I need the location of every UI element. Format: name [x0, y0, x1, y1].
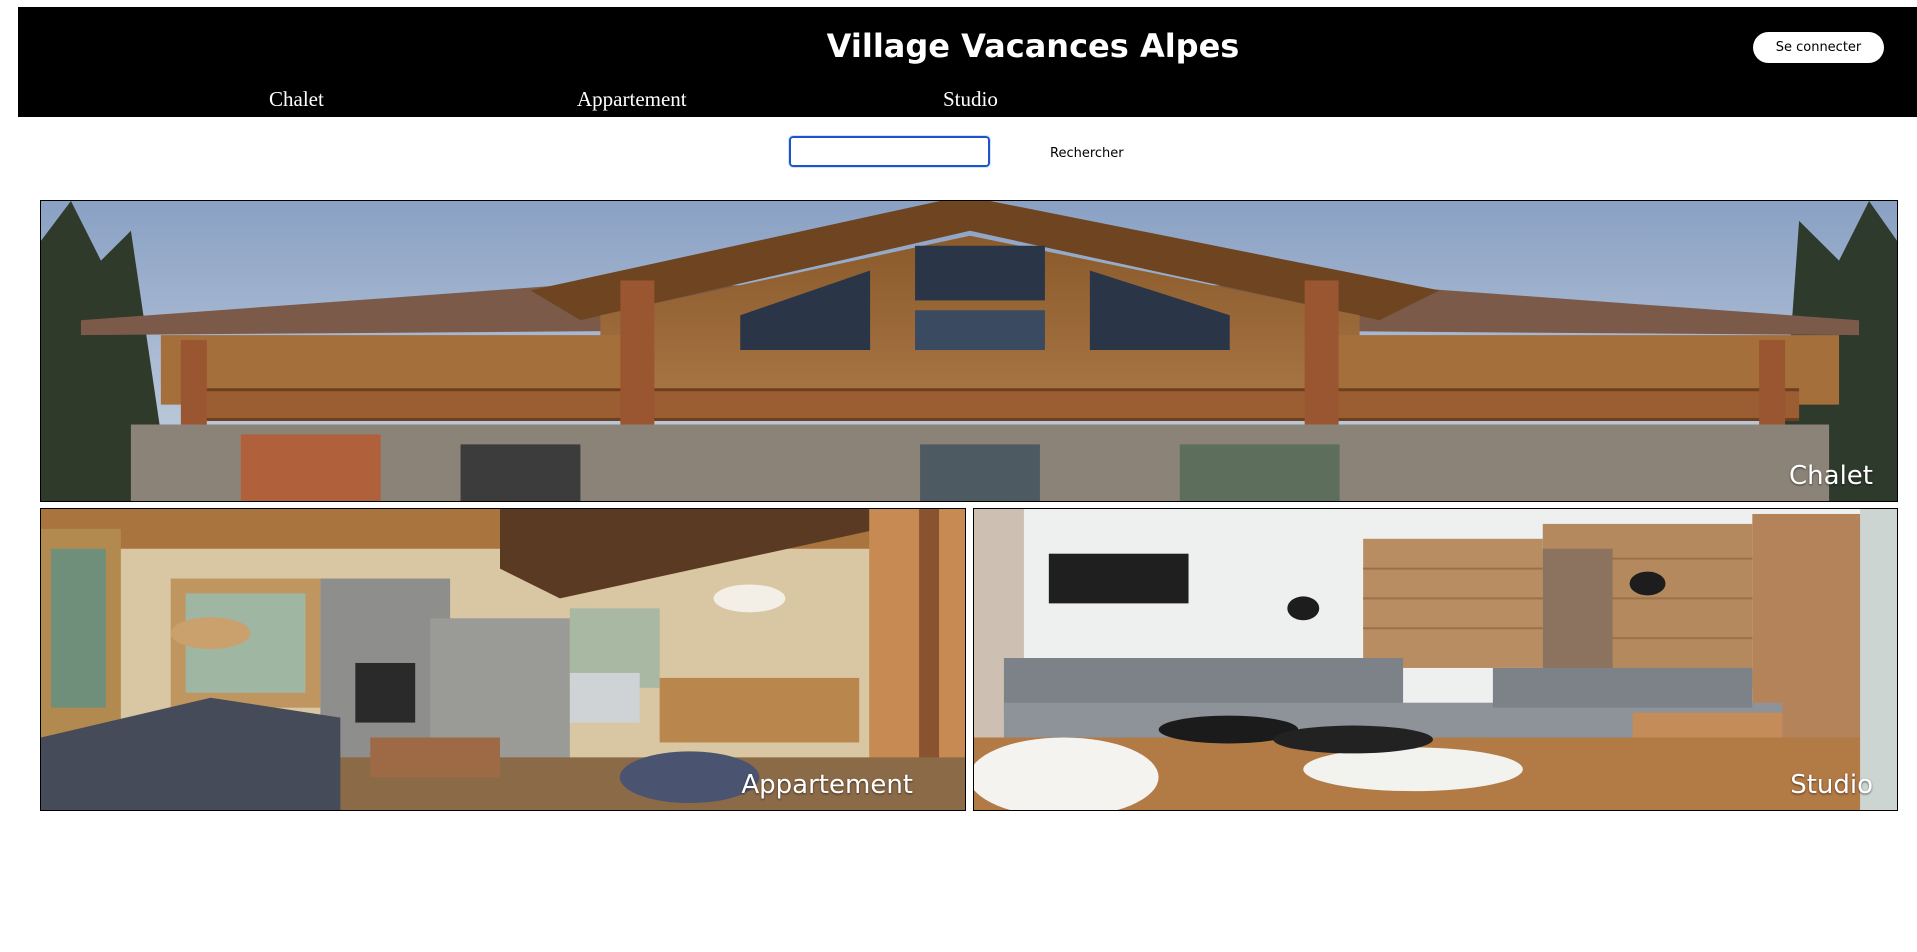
nav-item-appartement[interactable]: Appartement — [577, 87, 687, 111]
nav-item-studio[interactable]: Studio — [943, 87, 998, 111]
search-input[interactable] — [788, 135, 991, 168]
nav-item-chalet[interactable]: Chalet — [269, 87, 324, 111]
site-title-container: Village Vacances Alpes — [18, 27, 1917, 71]
appartement-photo — [41, 509, 965, 810]
card-appartement[interactable]: Appartement — [40, 508, 966, 811]
chalet-photo — [41, 201, 1897, 501]
search-button[interactable]: Rechercher — [1050, 143, 1124, 163]
card-label-chalet: Chalet — [1789, 461, 1873, 491]
login-button[interactable]: Se connecter — [1753, 32, 1884, 63]
card-studio[interactable]: Studio — [973, 508, 1898, 811]
card-chalet[interactable]: Chalet — [40, 200, 1898, 502]
site-header: Village Vacances Alpes Se connecter Chal… — [18, 7, 1917, 117]
site-title: Village Vacances Alpes — [826, 27, 1240, 65]
studio-photo — [974, 509, 1897, 810]
card-label-appartement: Appartement — [741, 770, 913, 800]
card-label-studio: Studio — [1790, 770, 1873, 800]
